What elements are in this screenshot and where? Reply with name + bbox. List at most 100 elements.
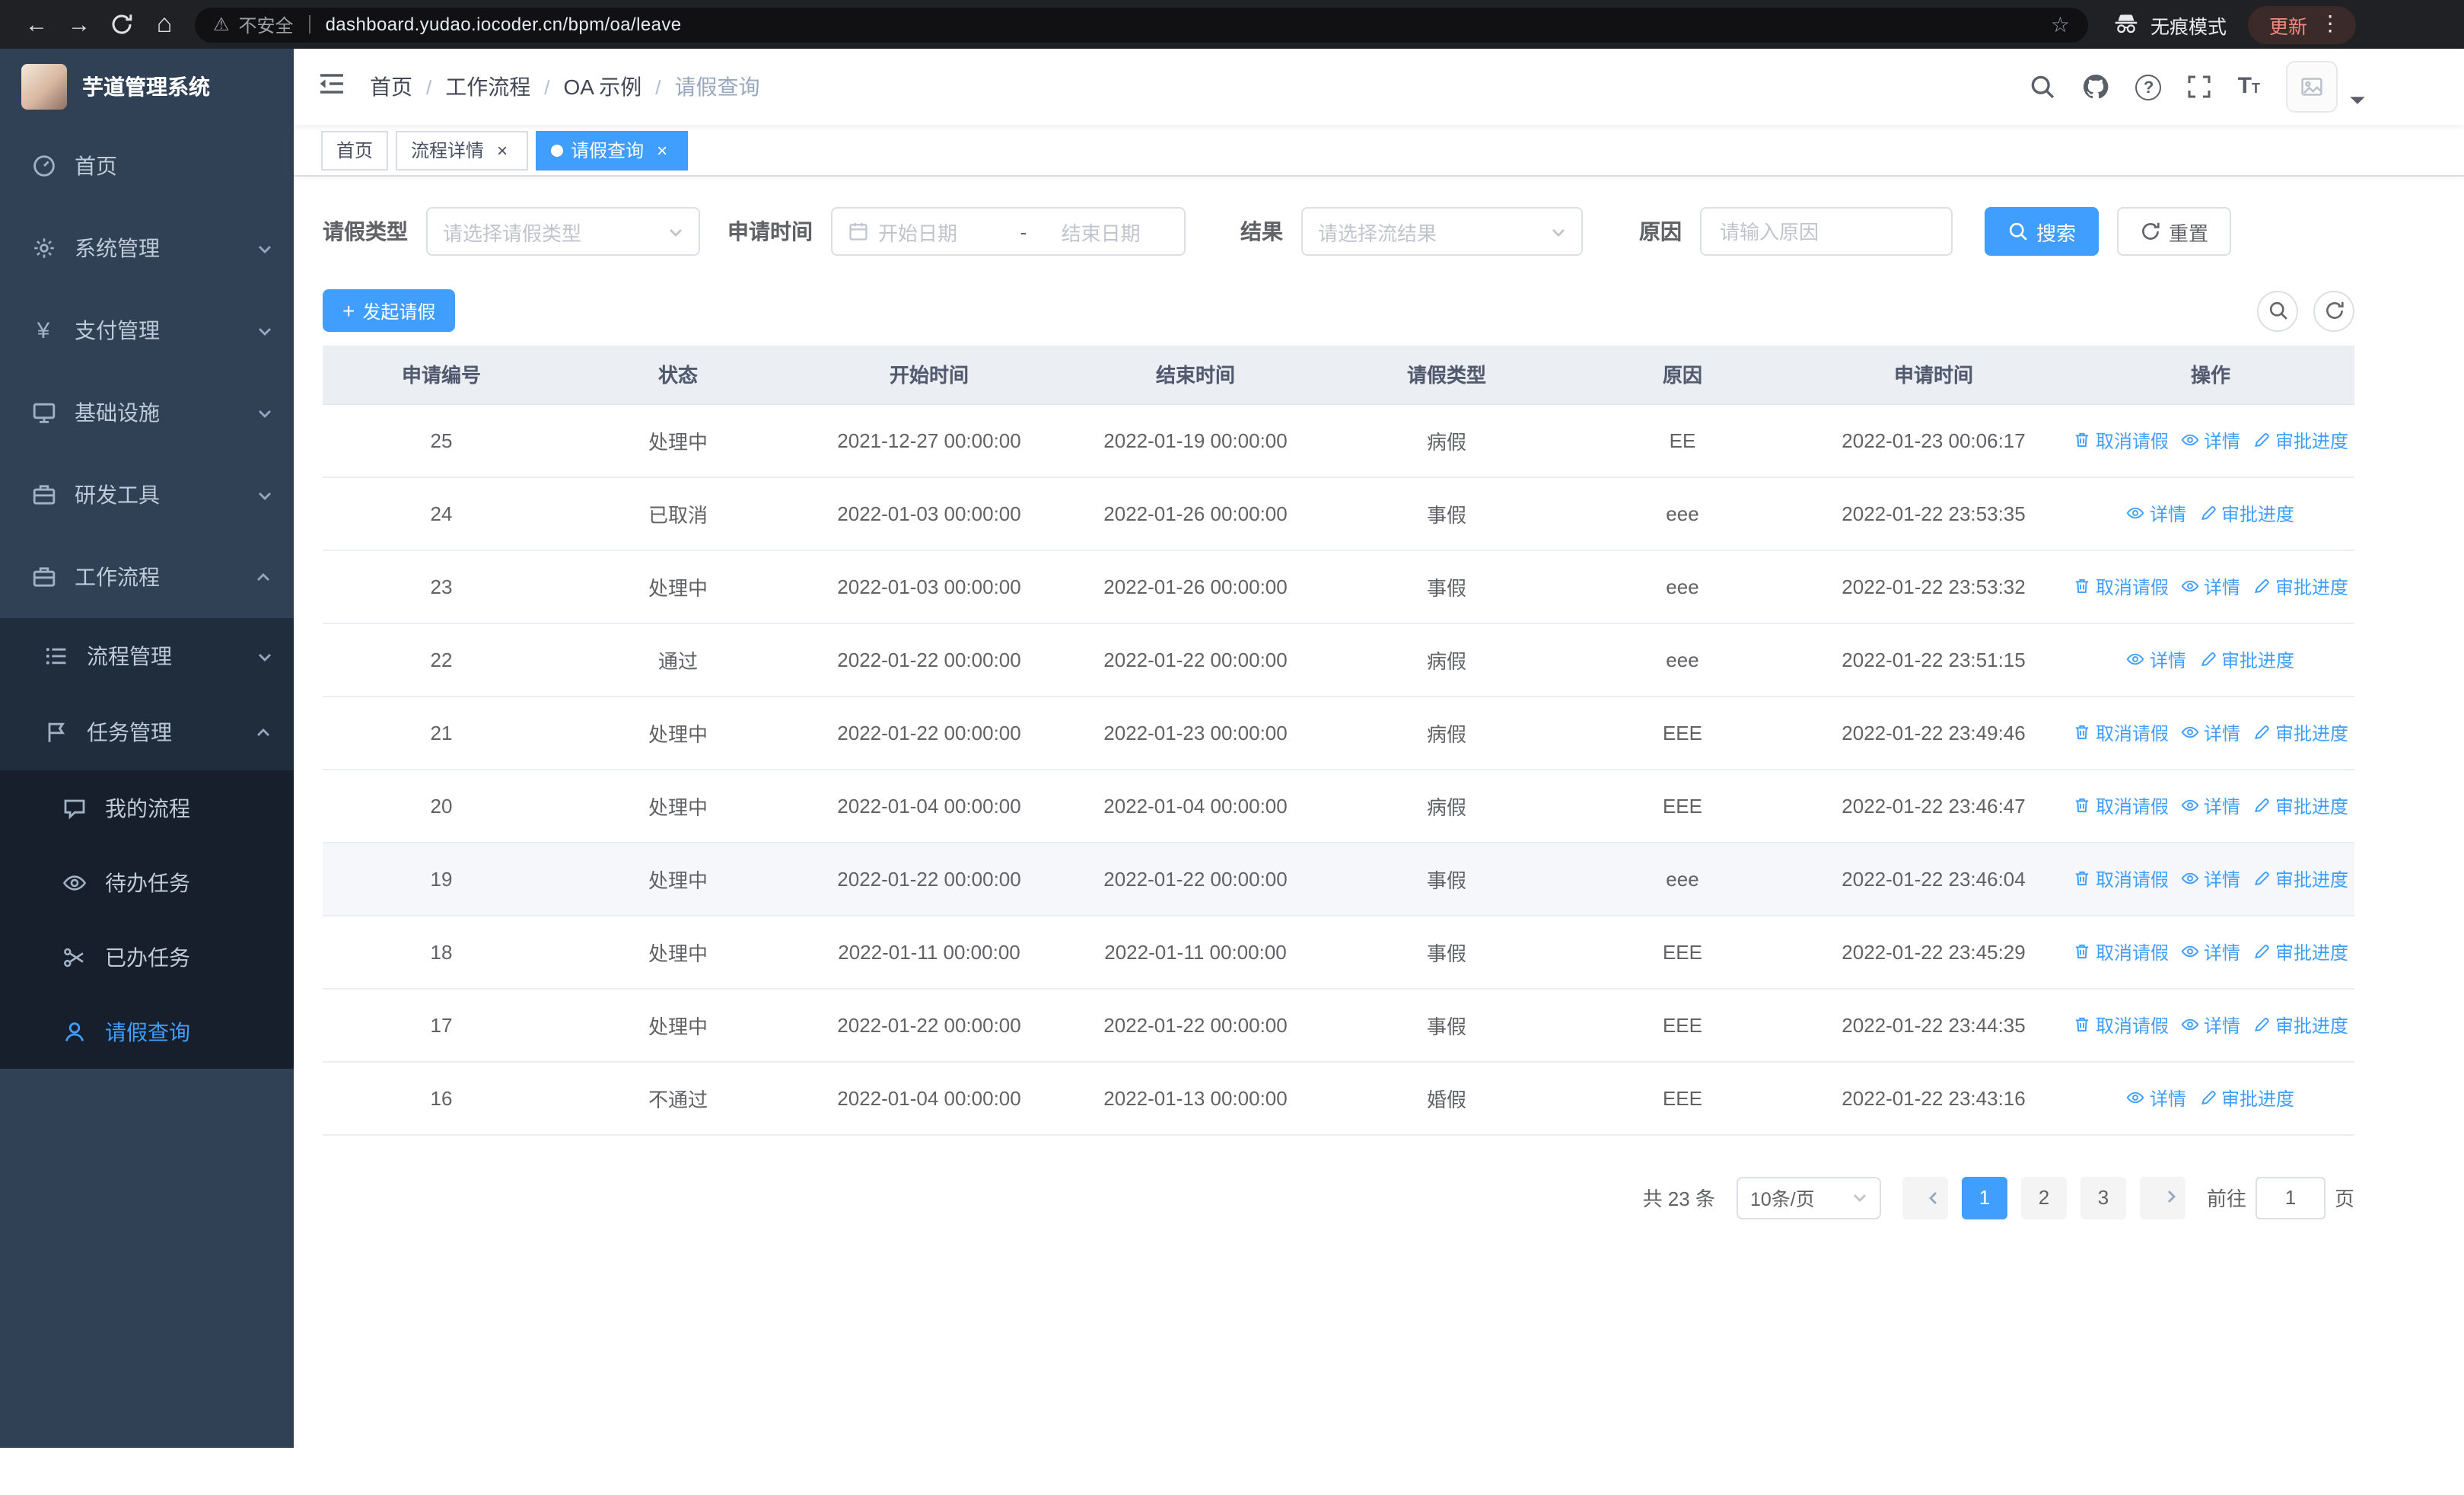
close-icon[interactable] [651,139,673,161]
detail-link[interactable]: 详情 [2127,500,2186,526]
leave-type-select[interactable]: 请选择请假类型 [426,207,700,256]
approval-progress-link[interactable]: 审批进度 [2198,1085,2294,1111]
approval-progress-link[interactable]: 审批进度 [2252,792,2348,818]
close-icon[interactable] [492,139,513,161]
help-icon[interactable] [2135,74,2162,100]
browser-menu-icon[interactable] [2319,11,2341,38]
detail-link[interactable]: 详情 [2181,1012,2240,1038]
forward-icon[interactable] [58,3,100,46]
breadcrumb-workflow[interactable]: 工作流程 [445,72,530,102]
approval-progress-link[interactable]: 审批进度 [2252,939,2348,964]
cancel-leave-link[interactable]: 取消请假 [2073,427,2169,453]
browser-toolbar: 不安全 dashboard.yudao.iocoder.cn/bpm/oa/le… [0,0,2464,49]
avatar[interactable] [2286,61,2338,113]
sidebar-item-devtools[interactable]: 研发工具 [0,454,294,536]
security-label[interactable]: 不安全 [239,11,294,37]
page-button-1[interactable]: 1 [1961,1176,2007,1219]
search-toggle-icon[interactable] [2257,290,2298,331]
cell-start-time: 2022-01-22 00:00:00 [796,988,1062,1062]
navbar: 首页 工作流程 OA 示例 请假查询 [294,49,2464,125]
cell-end-time: 2022-01-11 00:00:00 [1062,915,1329,989]
address-divider [308,15,310,33]
approval-progress-link[interactable]: 审批进度 [2252,865,2348,891]
fullscreen-icon[interactable] [2188,75,2212,99]
sidebar-item-process-mgmt[interactable]: 流程管理 [0,618,294,694]
create-leave-button[interactable]: 发起请假 [323,289,456,332]
sidebar-item-my-process[interactable]: 我的流程 [0,770,294,845]
cancel-leave-link[interactable]: 取消请假 [2073,792,2169,818]
detail-link[interactable]: 详情 [2181,939,2240,964]
tab-leave-query[interactable]: 请假查询 [536,130,689,170]
approval-progress-link[interactable]: 审批进度 [2252,1012,2348,1038]
home-icon[interactable] [143,3,186,46]
refresh-icon[interactable] [2313,290,2354,331]
goto-page-input[interactable] [2255,1176,2326,1219]
detail-link[interactable]: 详情 [2181,427,2240,453]
sidebar-item-leave-query[interactable]: 请假查询 [0,994,294,1069]
detail-link[interactable]: 详情 [2181,719,2240,745]
detail-link[interactable]: 详情 [2127,646,2186,672]
start-date-placeholder[interactable]: 开始日期 [878,217,1014,246]
prev-page-button[interactable] [1902,1176,1948,1219]
sidebar-item-payment[interactable]: 支付管理 [0,289,294,371]
caret-down-icon[interactable] [2348,91,2364,107]
reset-button[interactable]: 重置 [2117,207,2232,256]
sidebar-item-home[interactable]: 首页 [0,125,294,207]
apply-time-range-picker[interactable]: 开始日期 - 结束日期 [831,207,1186,256]
cell-apply-time: 2022-01-22 23:44:35 [1800,988,2067,1062]
sidebar-item-todo-tasks[interactable]: 待办任务 [0,845,294,920]
chevron-left-icon [1925,1189,1942,1206]
collapse-sidebar-icon[interactable] [294,68,370,106]
detail-link[interactable]: 详情 [2181,865,2240,891]
detail-link[interactable]: 详情 [2127,1085,2186,1111]
reason-input[interactable] [1700,207,1953,256]
font-size-icon[interactable] [2238,73,2260,100]
sidebar-item-infra[interactable]: 基础设施 [0,371,294,454]
next-page-button[interactable] [2139,1176,2185,1219]
cancel-leave-link[interactable]: 取消请假 [2073,719,2169,745]
cancel-leave-link[interactable]: 取消请假 [2073,573,2169,599]
cancel-leave-link[interactable]: 取消请假 [2073,865,2169,891]
search-button[interactable]: 搜索 [1985,207,2099,256]
sidebar-item-label: 支付管理 [75,318,160,343]
page-button-3[interactable]: 3 [2080,1176,2126,1219]
tab-process-detail[interactable]: 流程详情 [396,130,529,170]
cancel-leave-link[interactable]: 取消请假 [2073,939,2169,964]
sidebar-logo[interactable]: 芋道管理系统 [0,49,294,125]
detail-link[interactable]: 详情 [2181,792,2240,818]
table-row: 20 处理中 2022-01-04 00:00:00 2022-01-04 00… [323,769,2354,843]
task-submenu: 我的流程 待办任务 已办任务 请假查询 [0,770,294,1069]
cell-leave-type: 病假 [1329,696,1565,770]
reload-icon[interactable] [100,3,143,46]
approval-progress-link[interactable]: 审批进度 [2198,646,2294,672]
approval-progress-link[interactable]: 审批进度 [2252,719,2348,745]
page-button-2[interactable]: 2 [2020,1176,2067,1219]
page-size-select[interactable]: 10条/页 [1736,1176,1881,1219]
sidebar-item-task-mgmt[interactable]: 任务管理 [0,694,294,770]
tab-home[interactable]: 首页 [321,130,389,170]
cell-apply-no: 20 [323,769,560,843]
address-bar[interactable]: 不安全 dashboard.yudao.iocoder.cn/bpm/oa/le… [195,7,2088,42]
approval-progress-link[interactable]: 审批进度 [2252,427,2348,453]
result-select[interactable]: 请选择流结果 [1301,207,1583,256]
end-date-placeholder[interactable]: 结束日期 [1033,217,1169,246]
breadcrumb-oa-example[interactable]: OA 示例 [564,72,642,102]
url-text[interactable]: dashboard.yudao.iocoder.cn/bpm/oa/leave [326,14,682,35]
cancel-leave-link[interactable]: 取消请假 [2073,1012,2169,1038]
cell-apply-no: 18 [323,915,560,989]
approval-progress-link[interactable]: 审批进度 [2252,573,2348,599]
app-title: 芋道管理系统 [82,75,210,99]
sidebar-item-workflow[interactable]: 工作流程 [0,536,294,618]
sidebar-item-system[interactable]: 系统管理 [0,207,294,289]
sidebar-item-done-tasks[interactable]: 已办任务 [0,920,294,994]
bookmark-star-icon[interactable] [2051,11,2070,37]
breadcrumb-home[interactable]: 首页 [370,72,412,102]
approval-progress-link[interactable]: 审批进度 [2198,500,2294,526]
github-icon[interactable] [2083,73,2110,100]
breadcrumb-separator [544,75,549,99]
cell-apply-no: 25 [323,403,560,477]
update-chip[interactable]: 更新 [2248,5,2357,43]
detail-link[interactable]: 详情 [2181,573,2240,599]
search-icon[interactable] [2029,73,2057,100]
back-icon[interactable] [15,3,58,46]
